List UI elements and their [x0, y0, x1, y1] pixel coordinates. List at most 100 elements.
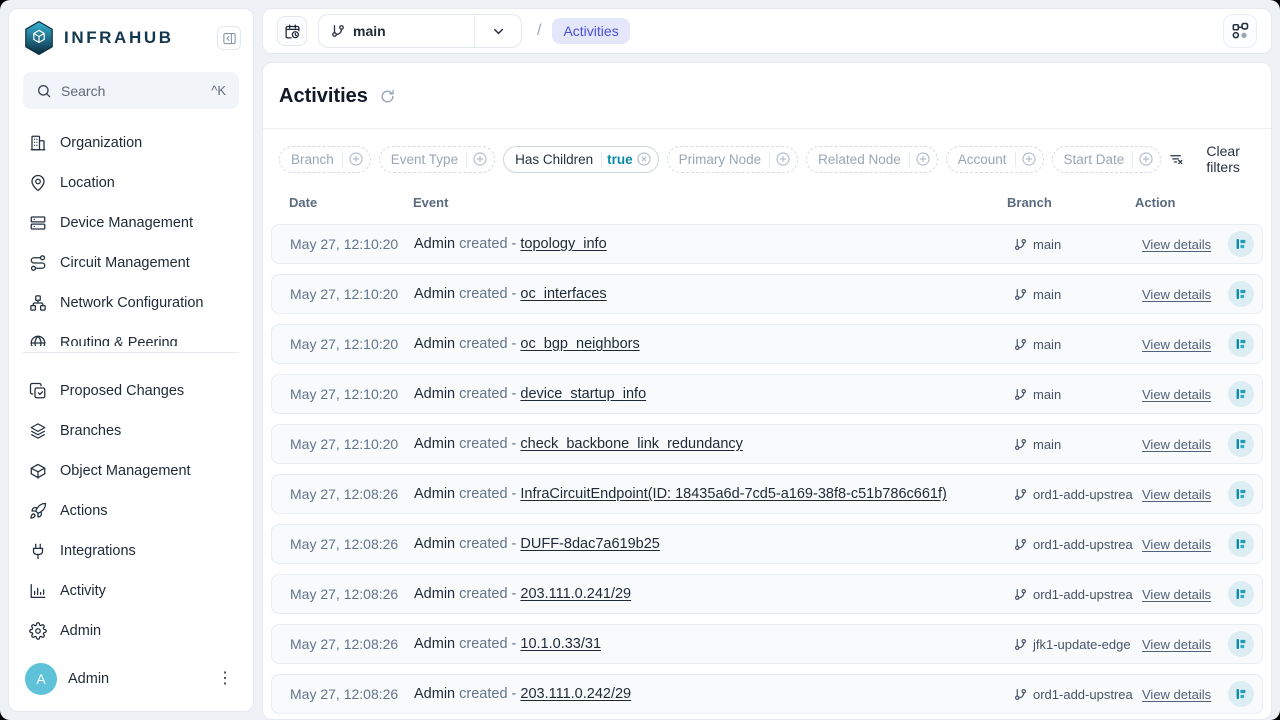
view-details-link[interactable]: View details: [1142, 337, 1211, 352]
filter-pill-primary-node[interactable]: Primary Node: [667, 146, 799, 173]
view-details-link[interactable]: View details: [1142, 387, 1211, 402]
table-row: May 27, 12:08:26 Admin created - 203.111…: [271, 574, 1263, 614]
search-input[interactable]: Search ^K: [23, 72, 239, 109]
plus-circle-icon[interactable]: [915, 151, 931, 167]
sidebar-item-branches[interactable]: Branches: [15, 411, 247, 451]
sidebar-item-circuit-management[interactable]: Circuit Management: [15, 243, 247, 283]
user-row[interactable]: A Admin ⋮: [9, 651, 253, 711]
filter-pill-event-type[interactable]: Event Type: [379, 146, 495, 173]
view-details-link[interactable]: View details: [1142, 537, 1211, 552]
row-branch: main: [1014, 237, 1142, 252]
branch-name: main: [1033, 387, 1061, 402]
related-tree-button[interactable]: [1228, 481, 1254, 507]
branch-name: main: [1033, 287, 1061, 302]
sidebar-item-activity[interactable]: Activity: [15, 571, 247, 611]
git-branch-icon: [1014, 638, 1027, 651]
row-event: Admin created - InfraCircuitEndpoint(ID:…: [414, 486, 1014, 502]
event-actor: Admin: [414, 536, 455, 552]
hierarchy-tree-icon: [1234, 487, 1248, 501]
event-object-link[interactable]: 10.1.0.33/31: [520, 636, 601, 652]
map-pin-icon: [29, 174, 47, 192]
view-details-link[interactable]: View details: [1142, 487, 1211, 502]
event-actor: Admin: [414, 486, 455, 502]
related-tree-button[interactable]: [1228, 331, 1254, 357]
event-object-link[interactable]: topology_info: [520, 236, 606, 252]
pill-divider: [909, 152, 910, 167]
event-verb: created -: [459, 636, 520, 652]
event-verb: created -: [459, 286, 520, 302]
row-event: Admin created - oc_interfaces: [414, 286, 1014, 302]
plus-circle-icon[interactable]: [348, 151, 364, 167]
pill-divider: [1015, 152, 1016, 167]
git-branch-icon: [1014, 488, 1027, 501]
plus-circle-icon[interactable]: [472, 151, 488, 167]
related-tree-button[interactable]: [1228, 581, 1254, 607]
view-details-link[interactable]: View details: [1142, 637, 1211, 652]
sidebar-item-device-management[interactable]: Device Management: [15, 203, 247, 243]
plus-circle-icon[interactable]: [1138, 151, 1154, 167]
schema-graph-button[interactable]: [1223, 14, 1257, 48]
sidebar-nav-objects: Organization Location Device Management …: [9, 111, 253, 346]
sidebar-item-actions[interactable]: Actions: [15, 491, 247, 531]
event-object-link[interactable]: 203.111.0.241/29: [520, 586, 631, 602]
sidebar-item-integrations[interactable]: Integrations: [15, 531, 247, 571]
filter-pill-branch[interactable]: Branch: [279, 146, 371, 173]
sidebar-item-admin[interactable]: Admin: [15, 611, 247, 651]
user-name: Admin: [68, 671, 109, 687]
refresh-button[interactable]: [379, 88, 396, 105]
related-tree-button[interactable]: [1228, 381, 1254, 407]
event-actor: Admin: [414, 286, 455, 302]
event-object-link[interactable]: 203.111.0.242/29: [520, 686, 631, 702]
time-travel-button[interactable]: [277, 16, 307, 46]
git-branch-icon: [1014, 588, 1027, 601]
hierarchy-tree-icon: [1234, 387, 1248, 401]
branch-name: main: [1033, 237, 1061, 252]
event-object-link[interactable]: oc_interfaces: [520, 286, 606, 302]
plus-circle-icon[interactable]: [1021, 151, 1037, 167]
column-header-event: Event: [413, 195, 1007, 210]
breadcrumb-current[interactable]: Activities: [552, 18, 629, 44]
related-tree-button[interactable]: [1228, 281, 1254, 307]
event-object-link[interactable]: check_backbone_link_redundancy: [520, 436, 743, 452]
row-branch: ord1-add-upstrea: [1014, 687, 1142, 702]
topbar: main / Activities: [262, 8, 1272, 54]
sidebar-item-proposed-changes[interactable]: Proposed Changes: [15, 371, 247, 411]
sidebar-item-organization[interactable]: Organization: [15, 123, 247, 163]
clear-filters-button[interactable]: Clear filters: [1169, 143, 1255, 175]
sidebar-item-network-configuration[interactable]: Network Configuration: [15, 283, 247, 323]
event-object-link[interactable]: InfraCircuitEndpoint(ID: 18435a6d-7cd5-a…: [520, 486, 946, 502]
row-event: Admin created - 203.111.0.241/29: [414, 586, 1014, 602]
related-tree-button[interactable]: [1228, 431, 1254, 457]
view-details-link[interactable]: View details: [1142, 437, 1211, 452]
filter-pill-related-node[interactable]: Related Node: [806, 146, 938, 173]
filter-pill-account[interactable]: Account: [946, 146, 1044, 173]
sidebar-item-object-management[interactable]: Object Management: [15, 451, 247, 491]
view-details-link[interactable]: View details: [1142, 587, 1211, 602]
row-date: May 27, 12:10:20: [290, 436, 414, 452]
plus-circle-icon[interactable]: [775, 151, 791, 167]
search-placeholder: Search: [61, 83, 105, 99]
sidebar-item-location[interactable]: Location: [15, 163, 247, 203]
related-tree-button[interactable]: [1228, 631, 1254, 657]
x-circle-icon[interactable]: [636, 151, 652, 167]
branch-selector[interactable]: main: [318, 14, 522, 48]
event-object-link[interactable]: device_startup_info: [520, 386, 646, 402]
sidebar-item-label: Organization: [60, 135, 142, 151]
sidebar-item-routing-peering[interactable]: Routing & Peering: [15, 323, 247, 346]
view-details-link[interactable]: View details: [1142, 687, 1211, 702]
filter-pill-start-date[interactable]: Start Date: [1052, 146, 1162, 173]
related-tree-button[interactable]: [1228, 531, 1254, 557]
view-details-link[interactable]: View details: [1142, 287, 1211, 302]
row-date: May 27, 12:10:20: [290, 236, 414, 252]
row-event: Admin created - 203.111.0.242/29: [414, 686, 1014, 702]
filter-pill-has-children[interactable]: Has Children true: [503, 146, 659, 173]
user-menu-button[interactable]: ⋮: [213, 672, 237, 686]
view-details-link[interactable]: View details: [1142, 237, 1211, 252]
sidebar-item-label: Network Configuration: [60, 295, 203, 311]
related-tree-button[interactable]: [1228, 231, 1254, 257]
event-object-link[interactable]: oc_bgp_neighbors: [520, 336, 639, 352]
sidebar-collapse-button[interactable]: [217, 26, 241, 50]
related-tree-button[interactable]: [1228, 681, 1254, 707]
event-object-link[interactable]: DUFF-8dac7a619b25: [520, 536, 659, 552]
infrahub-logo-icon: [23, 20, 55, 56]
